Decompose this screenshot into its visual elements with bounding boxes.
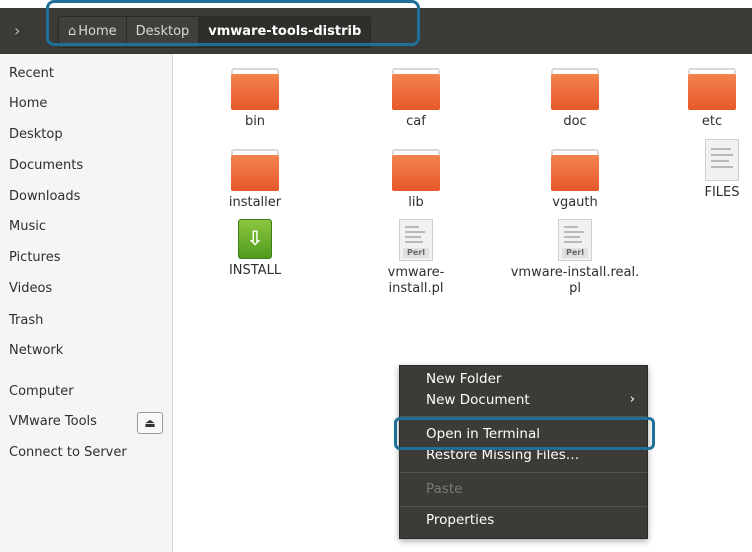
file-item[interactable]: ⇩ INSTALL (200, 219, 310, 279)
sidebar-item-network[interactable]: Network (9, 341, 63, 361)
folder-icon (231, 149, 279, 191)
chevron-right-icon: › (629, 392, 635, 407)
back-arrow-icon[interactable]: › (14, 16, 40, 46)
file-item[interactable]: FILES (667, 139, 752, 201)
eject-icon[interactable]: ⏏ (137, 412, 163, 434)
sidebar-item-connect-to-server[interactable]: Connect to Server (9, 443, 127, 463)
sidebar-item-vmware-tools[interactable]: VMware Tools (9, 412, 97, 432)
menu-separator (400, 472, 647, 473)
install-file-icon: ⇩ (238, 219, 272, 259)
text-file-icon (705, 139, 739, 181)
file-item[interactable]: doc (520, 68, 630, 130)
folder-icon (688, 68, 736, 110)
file-item[interactable]: caf (361, 68, 471, 130)
folder-icon (551, 68, 599, 110)
sidebar-item-home[interactable]: Home (9, 94, 47, 114)
sidebar-item-trash[interactable]: Trash (9, 311, 43, 331)
breadcrumb-highlight-box (46, 0, 420, 46)
file-label: vmware-install.real. pl (510, 265, 640, 296)
file-item[interactable]: installer (200, 149, 310, 211)
sidebar: Recent Home Desktop Documents Downloads … (0, 54, 173, 552)
menu-item-new-document[interactable]: New Document (426, 390, 530, 410)
sidebar-item-music[interactable]: Music (9, 217, 46, 237)
file-label: FILES (704, 185, 740, 200)
perl-file-icon: Perl (558, 219, 592, 261)
folder-icon (392, 149, 440, 191)
folder-icon (231, 68, 279, 110)
menu-separator (400, 506, 647, 507)
file-label: lib (408, 195, 424, 210)
file-item[interactable]: Perl vmware-install.pl (361, 219, 471, 297)
folder-icon (551, 149, 599, 191)
file-item[interactable]: Perl vmware-install.real. pl (510, 219, 640, 297)
menu-item-new-folder[interactable]: New Folder (426, 369, 501, 389)
file-item[interactable]: lib (361, 149, 471, 211)
file-label: doc (563, 114, 587, 129)
folder-icon (392, 68, 440, 110)
file-label: installer (228, 195, 282, 210)
perl-file-icon: Perl (399, 219, 433, 261)
file-label: etc (701, 114, 723, 129)
menu-item-properties[interactable]: Properties (426, 510, 494, 530)
file-label: vmware-install.pl (387, 265, 445, 296)
open-in-terminal-highlight-box (394, 417, 655, 450)
file-item[interactable]: vgauth (520, 149, 630, 211)
file-label: caf (406, 114, 426, 129)
sidebar-item-downloads[interactable]: Downloads (9, 187, 80, 207)
file-item[interactable]: etc (657, 68, 752, 130)
sidebar-item-pictures[interactable]: Pictures (9, 248, 60, 268)
file-item[interactable]: bin (200, 68, 310, 130)
sidebar-item-recent[interactable]: Recent (9, 64, 54, 84)
context-menu: New Folder New Document › Open in Termin… (399, 365, 648, 539)
sidebar-item-documents[interactable]: Documents (9, 156, 83, 176)
sidebar-item-desktop[interactable]: Desktop (9, 125, 63, 145)
file-label: bin (244, 114, 266, 129)
file-label: INSTALL (228, 263, 282, 278)
menu-item-paste: Paste (426, 481, 463, 497)
sidebar-item-computer[interactable]: Computer (9, 382, 74, 402)
file-label: vgauth (552, 195, 598, 210)
sidebar-item-videos[interactable]: Videos (9, 279, 52, 299)
